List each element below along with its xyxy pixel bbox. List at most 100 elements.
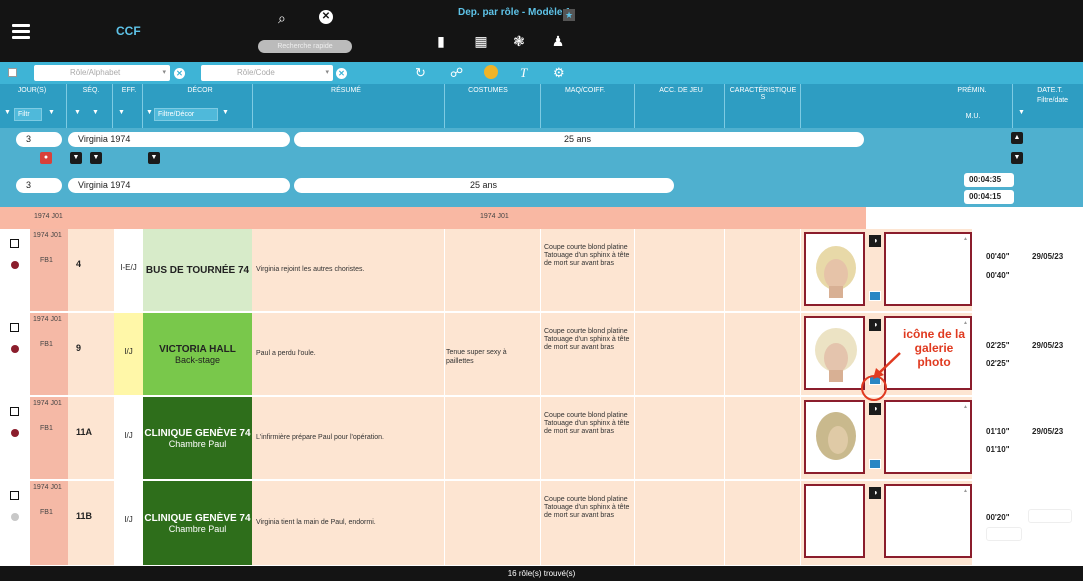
sort-date-icon[interactable]: ▼ (1018, 109, 1025, 116)
row-checkbox[interactable] (10, 323, 19, 332)
role-code-placeholder: Rôle/Code (237, 68, 275, 77)
move-down-button-3[interactable]: ▼ (148, 152, 160, 164)
row-decor: CLINIQUE GENÈVE 74 Chambre Paul (143, 481, 252, 565)
contrast-icon[interactable]: ◑ (869, 319, 881, 331)
row-checkbox[interactable] (10, 491, 19, 500)
table-row[interactable]: 1974 J01 FB1 11B I/J CLINIQUE GENÈVE 74 C… (0, 481, 1083, 566)
group-time-1: 00:04:35 (964, 173, 1014, 187)
tools-icon[interactable]: ❃ (510, 33, 528, 53)
row-maq: Coupe courte blond platine Tatouage d'un… (544, 244, 630, 267)
status-dot (11, 345, 19, 353)
row-eff: I-E/J (114, 229, 143, 311)
app-window: CCF ⌕ ✕ Recherche rapide Dep. par rôle -… (0, 0, 1083, 581)
row-jour: 1974 J01 (33, 400, 62, 407)
move-down-button-2[interactable]: ▼ (90, 152, 102, 164)
sort-seq-desc-icon[interactable]: ▼ (92, 109, 99, 116)
clear-code-filter-icon[interactable]: ✕ (336, 68, 347, 79)
role-photo-empty[interactable] (804, 484, 865, 558)
group-name-2: Virginia 1974 (68, 178, 290, 193)
sort-seq-icon[interactable]: ▼ (74, 109, 81, 116)
sort-decor-desc-icon[interactable]: ▼ (222, 109, 229, 116)
favorite-star-icon[interactable]: ★ (563, 9, 575, 21)
user-settings-icon[interactable]: ♟ (549, 33, 567, 53)
col-eff: EFF. (121, 87, 137, 94)
row-resume: Paul a perdu l'oule. (256, 350, 316, 357)
photo-gallery-icon[interactable] (869, 459, 881, 469)
role-photo[interactable] (804, 400, 865, 474)
table-view-icon[interactable]: ▦ (472, 33, 490, 53)
top-bar: CCF ⌕ ✕ Recherche rapide Dep. par rôle -… (0, 0, 1083, 62)
role-alphabet-filter[interactable]: Rôle/Alphabet ▾ (34, 65, 170, 81)
row-checkbox[interactable] (10, 407, 19, 416)
time-field-empty[interactable] (986, 527, 1022, 541)
menu-icon[interactable] (12, 24, 30, 39)
refresh-icon[interactable]: ↻ (415, 65, 426, 81)
clear-alphabet-filter-icon[interactable]: ✕ (174, 68, 185, 79)
search-icon[interactable]: ⌕ (278, 10, 286, 27)
row-eff: I/J (114, 313, 143, 395)
row-resume: Virginia rejoint les autres choristes. (256, 266, 365, 273)
lifebuoy-icon[interactable]: ☍ (450, 65, 463, 81)
sort-jours-desc-icon[interactable]: ▼ (48, 109, 55, 116)
row-decor: CLINIQUE GENÈVE 74 Chambre Paul (143, 397, 252, 479)
scroll-up-button[interactable]: ▲ (1011, 132, 1023, 144)
contrast-icon[interactable]: ◑ (869, 403, 881, 415)
row-seq: 4 (76, 259, 82, 269)
sort-eff-icon[interactable]: ▼ (118, 109, 125, 116)
col-decor: DÉCOR (187, 87, 213, 94)
chevron-down-icon: ▾ (162, 69, 166, 76)
sort-jours-icon[interactable]: ▼ (4, 109, 11, 116)
status-dot (11, 261, 19, 269)
decor-filter[interactable]: Filtre/Décor (154, 108, 218, 121)
move-down-button[interactable]: ▼ (70, 152, 82, 164)
table-row[interactable]: 1974 J01 FB1 4 I-E/J BUS DE TOURNÉE 74 Vi… (0, 229, 1083, 312)
role-photo[interactable] (804, 232, 865, 306)
role-alphabet-placeholder: Rôle/Alphabet (70, 68, 121, 77)
row-costume: Tenue super sexy à paillettes (446, 349, 507, 365)
row-time-1: 00'20" (986, 513, 1010, 522)
row-decor-sub: Chambre Paul (168, 523, 227, 534)
footer-status: 16 rôle(s) trouvé(s) (0, 566, 1083, 581)
row-time-2: 01'10" (986, 445, 1010, 454)
row-decor: BUS DE TOURNÉE 74 (143, 229, 252, 311)
contrast-icon[interactable]: ◑ (869, 487, 881, 499)
date-field-empty[interactable] (1028, 509, 1072, 523)
jours-filter[interactable]: Filtr (14, 108, 42, 121)
scroll-down-button[interactable]: ▼ (1011, 152, 1023, 164)
role-photo[interactable] (804, 316, 865, 390)
group-number-2: 3 (16, 178, 62, 193)
sort-decor-icon[interactable]: ▼ (146, 109, 153, 116)
smiley-icon[interactable] (484, 65, 498, 79)
contrast-icon[interactable]: ◑ (869, 235, 881, 247)
group-number: 3 (16, 132, 62, 147)
model-title: Dep. par rôle - Modèle 1 (458, 7, 571, 18)
row-date: 29/05/23 (1032, 252, 1064, 261)
role-code-filter[interactable]: Rôle/Code ▾ (201, 65, 333, 81)
pdf-export-icon[interactable]: ▮ (432, 33, 450, 53)
notes-field[interactable]: ▲ (884, 484, 972, 558)
row-checkbox[interactable] (10, 239, 19, 248)
clear-format-icon[interactable]: T (520, 65, 527, 81)
notes-field[interactable]: ▲ (884, 400, 972, 474)
row-code: FB1 (40, 341, 53, 348)
row-resume: L'infirmière prépare Paul pour l'opérati… (256, 434, 384, 441)
quick-search-input[interactable]: Recherche rapide (258, 40, 352, 53)
row-decor: VICTORIA HALL Back-stage (143, 313, 252, 395)
notes-field[interactable]: ▲ (884, 232, 972, 306)
group-name: Virginia 1974 (68, 132, 290, 147)
clear-search-icon[interactable]: ✕ (319, 10, 333, 24)
col-premin: PRÉMIN. (957, 87, 987, 94)
gear-icon[interactable]: ⚙ (553, 65, 565, 81)
delete-button[interactable]: ● (40, 152, 52, 164)
table-row[interactable]: 1974 J01 FB1 11A I/J CLINIQUE GENÈVE 74 C… (0, 397, 1083, 480)
day-band-label-left: 1974 J01 (34, 213, 63, 220)
photo-gallery-icon[interactable] (869, 291, 881, 301)
row-maq: Coupe courte blond platine Tatouage d'un… (544, 412, 630, 435)
annotation-circle (861, 375, 887, 401)
date-filter[interactable]: Filtre/date (1030, 97, 1075, 104)
select-all-checkbox[interactable] (8, 68, 17, 77)
row-date: 29/05/23 (1032, 341, 1064, 350)
col-seq: SÉQ. (82, 87, 100, 94)
row-decor-name: CLINIQUE GENÈVE 74 (144, 512, 251, 524)
jours-filter-label: Filtr (18, 111, 30, 118)
